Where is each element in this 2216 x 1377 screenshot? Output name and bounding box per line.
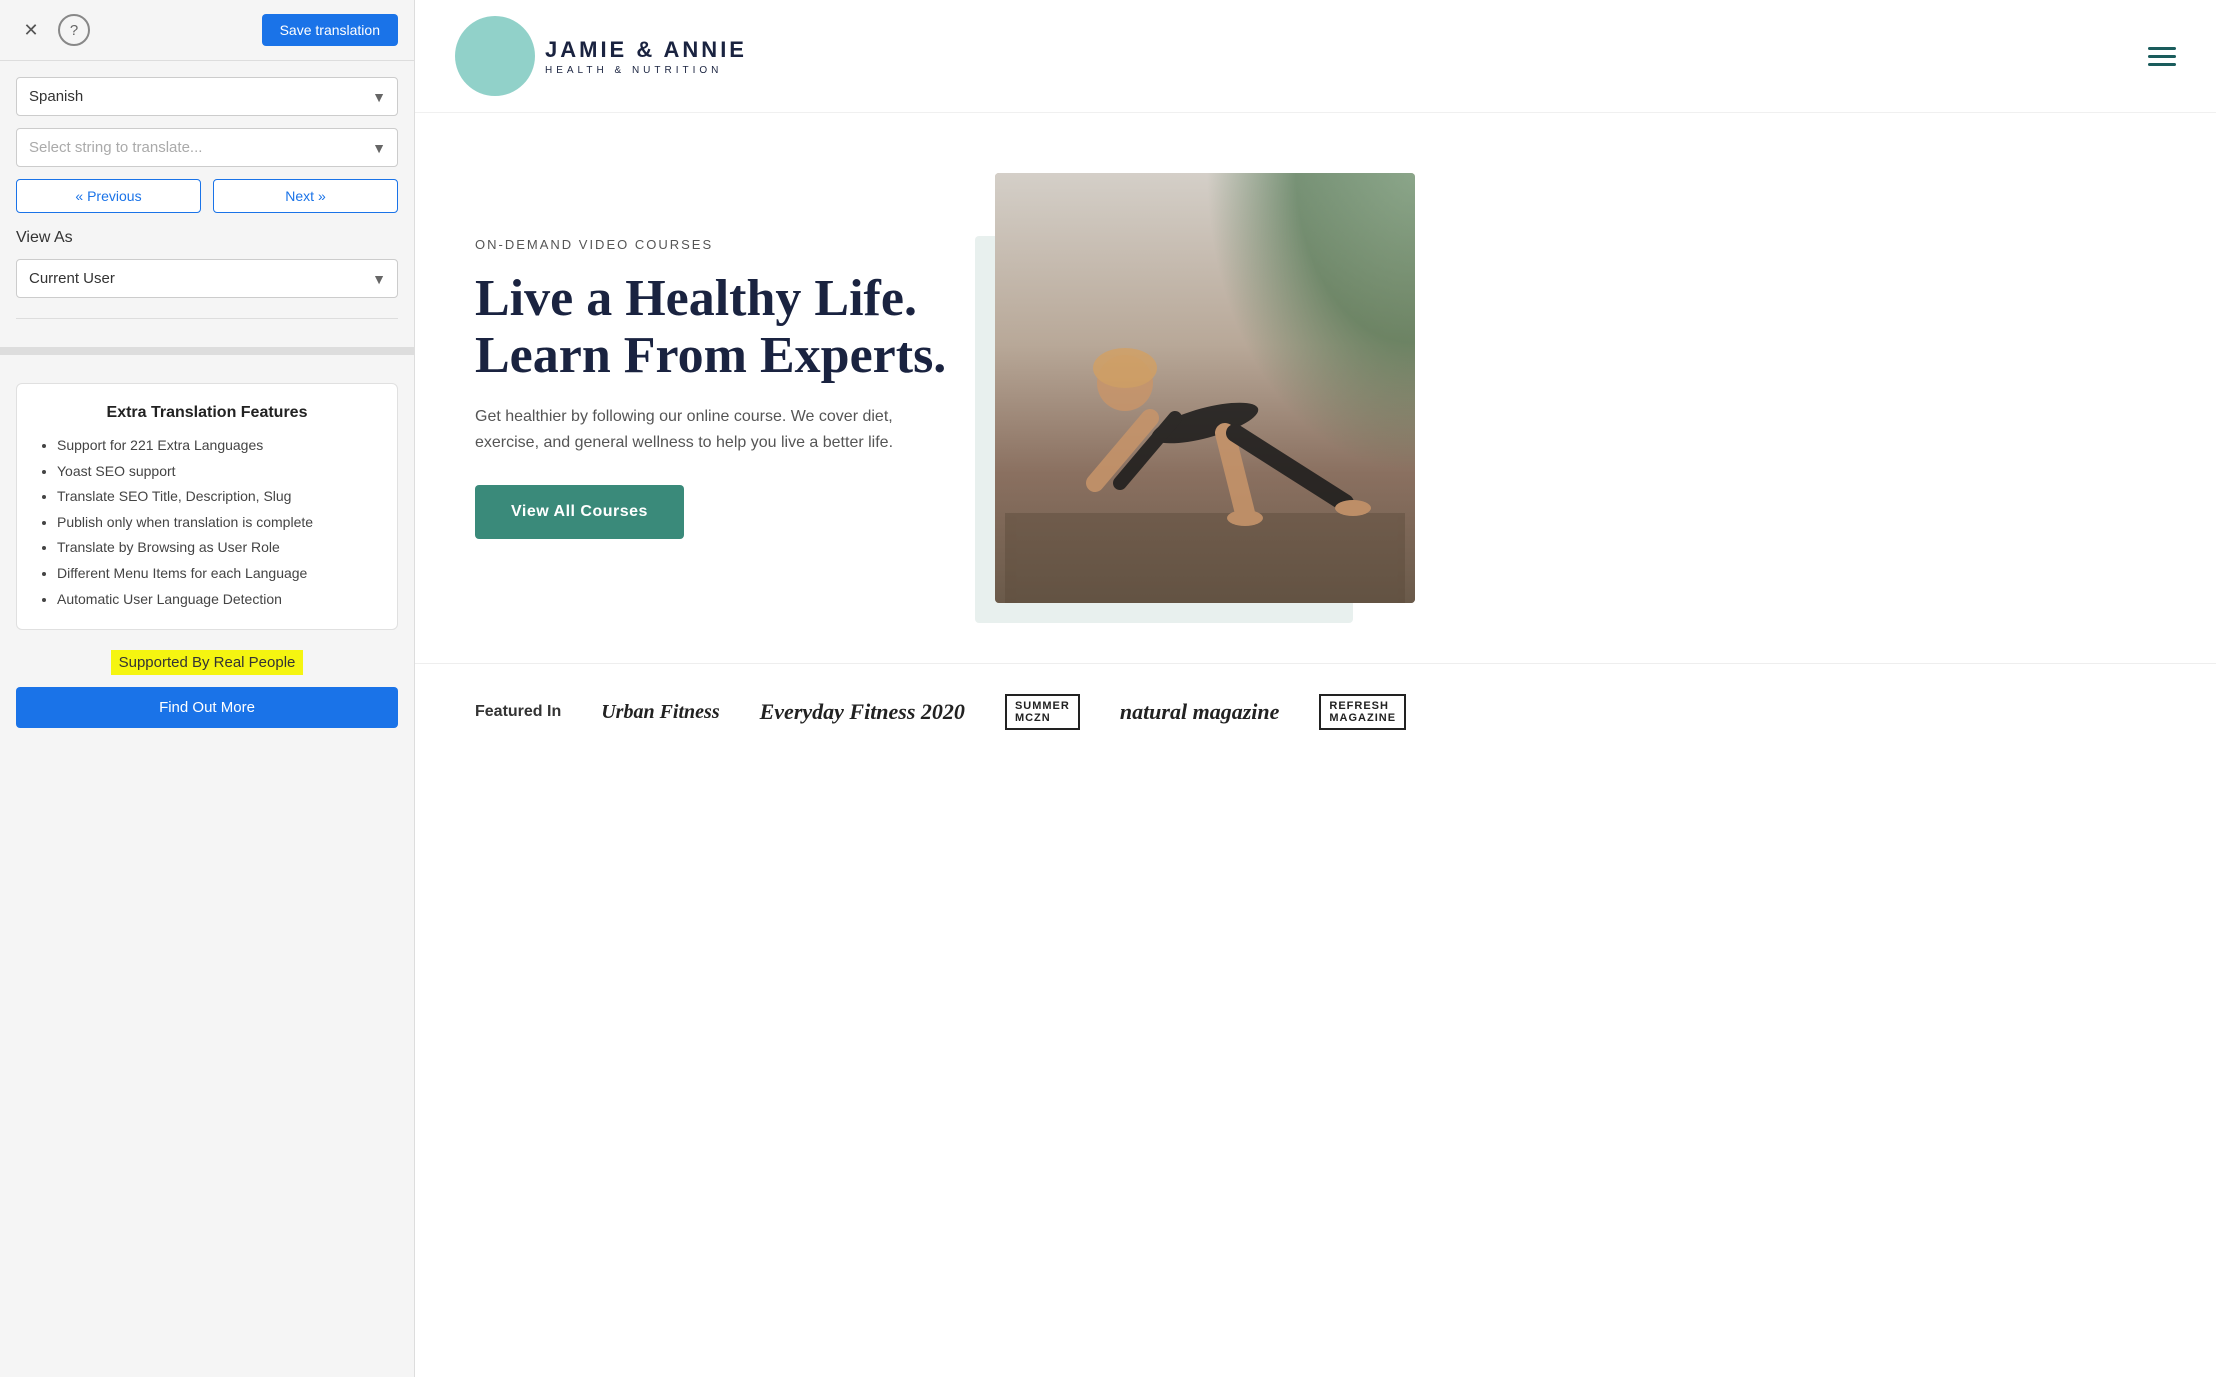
translation-panel: ✕ ? Save translation Spanish French Germ… — [0, 0, 415, 1377]
feature-list: Support for 221 Extra Languages Yoast SE… — [35, 436, 379, 609]
language-dropdown-container: Spanish French German ▼ — [16, 77, 398, 116]
help-button[interactable]: ? — [58, 14, 90, 46]
string-dropdown-container: Select string to translate... ▼ — [16, 128, 398, 167]
previous-button[interactable]: « Previous — [16, 179, 201, 213]
featured-label: Featured In — [475, 703, 561, 721]
brand-refresh: REFRESHMAGAZINE — [1319, 694, 1406, 730]
logo-circle-icon — [455, 16, 535, 96]
featured-logos: Urban Fitness Everyday Fitness 2020 SUMM… — [601, 694, 1406, 730]
list-item: Translate SEO Title, Description, Slug — [57, 487, 379, 507]
list-item: Automatic User Language Detection — [57, 590, 379, 610]
logo-subtitle: HEALTH & NUTRITION — [545, 65, 747, 76]
list-item: Different Menu Items for each Language — [57, 564, 379, 584]
panel-body: Spanish French German ▼ Select string to… — [0, 61, 414, 744]
hamburger-line-3 — [2148, 63, 2176, 66]
yoga-figure — [995, 173, 1415, 603]
site-logo: JAMIE & ANNIE HEALTH & NUTRITION — [455, 16, 747, 96]
view-all-courses-button[interactable]: View All Courses — [475, 485, 684, 539]
hamburger-menu-button[interactable] — [2148, 47, 2176, 66]
save-translation-button[interactable]: Save translation — [262, 14, 398, 46]
brand-urban-fitness: Urban Fitness — [601, 701, 719, 724]
brand-natural: natural magazine — [1120, 699, 1280, 725]
brand-summer-mczn: SUMMERMCZN — [1005, 694, 1080, 730]
find-out-more-button[interactable]: Find Out More — [16, 687, 398, 728]
list-item: Yoast SEO support — [57, 462, 379, 482]
extra-features-title: Extra Translation Features — [35, 404, 379, 422]
hero-section: ON-DEMAND VIDEO COURSES Live a Healthy L… — [415, 113, 2216, 663]
language-dropdown[interactable]: Spanish French German — [16, 77, 398, 116]
hero-tag: ON-DEMAND VIDEO COURSES — [475, 237, 955, 252]
nav-buttons: « Previous Next » — [16, 179, 398, 213]
hero-description: Get healthier by following our online co… — [475, 404, 955, 455]
hero-image-area — [995, 173, 1415, 603]
close-button[interactable]: ✕ — [16, 15, 46, 45]
top-bar: ✕ ? Save translation — [0, 0, 414, 61]
next-button[interactable]: Next » — [213, 179, 398, 213]
hero-text: ON-DEMAND VIDEO COURSES Live a Healthy L… — [475, 237, 955, 540]
thick-divider — [0, 347, 414, 355]
view-as-dropdown-container: Current User Guest Admin ▼ — [16, 259, 398, 298]
hamburger-line-2 — [2148, 55, 2176, 58]
list-item: Translate by Browsing as User Role — [57, 538, 379, 558]
logo-title: JAMIE & ANNIE — [545, 37, 747, 63]
logo-text: JAMIE & ANNIE HEALTH & NUTRITION — [545, 37, 747, 76]
list-item: Support for 221 Extra Languages — [57, 436, 379, 456]
hero-image — [995, 173, 1415, 603]
string-dropdown[interactable]: Select string to translate... — [16, 128, 398, 167]
featured-section: Featured In Urban Fitness Everyday Fitne… — [415, 663, 2216, 760]
hamburger-line-1 — [2148, 47, 2176, 50]
view-as-label: View As — [16, 229, 398, 247]
main-content: JAMIE & ANNIE HEALTH & NUTRITION ON-DEMA… — [415, 0, 2216, 1377]
extra-features-box: Extra Translation Features Support for 2… — [16, 383, 398, 630]
site-nav: JAMIE & ANNIE HEALTH & NUTRITION — [415, 0, 2216, 113]
brand-everyday-fitness: Everyday Fitness 2020 — [760, 699, 965, 725]
view-as-dropdown[interactable]: Current User Guest Admin — [16, 259, 398, 298]
hero-title: Live a Healthy Life. Learn From Experts. — [475, 270, 955, 384]
list-item: Publish only when translation is complet… — [57, 513, 379, 533]
divider-1 — [16, 318, 398, 319]
supported-text: Supported By Real People — [111, 650, 304, 675]
